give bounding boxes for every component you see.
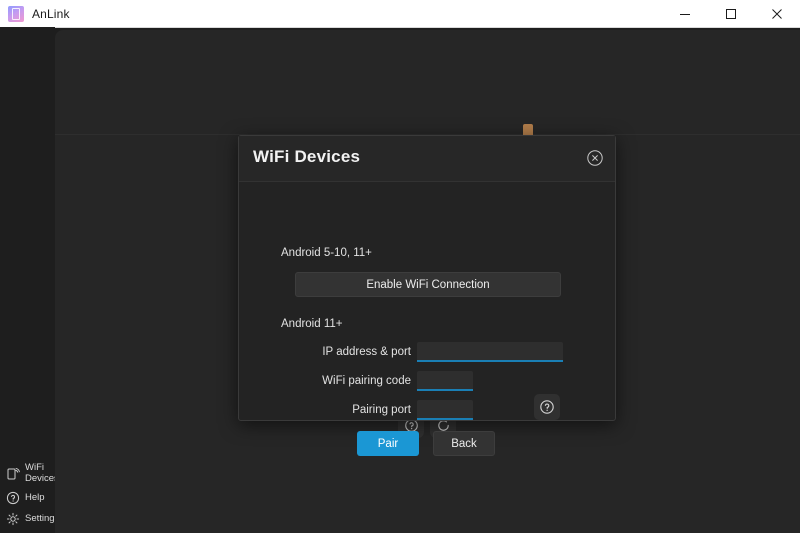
wifi-pairing-code-label: WiFi pairing code [316,375,411,387]
back-button[interactable]: Back [433,431,495,456]
ip-address-port-row: IP address & port [316,342,563,362]
ip-address-port-label: IP address & port [316,346,411,358]
sidebar-items: WiFi Devices Help [0,459,55,529]
ip-address-port-input[interactable] [417,342,563,362]
window-titlebar: AnLink [0,0,800,28]
minimize-button[interactable] [662,0,708,27]
sidebar-item-wifi-devices[interactable]: WiFi Devices [0,459,55,487]
wifi-pairing-code-input[interactable] [417,371,473,391]
dialog-close-button[interactable] [585,148,605,168]
sidebar-item-label: WiFi Devices [25,462,59,484]
section-label-modern: Android 11+ [281,318,343,330]
close-circle-icon [586,149,604,167]
wifi-devices-dialog: WiFi Devices Android 5-10, 11+ Enable Wi… [238,135,616,421]
sidebar-item-help[interactable]: Help [0,487,55,508]
sidebar-item-settings[interactable]: Settings [0,508,55,529]
dialog-title: WiFi Devices [253,147,360,167]
dialog-actions: Pair Back [357,431,495,456]
app-title: AnLink [32,7,70,21]
wifi-pairing-code-row: WiFi pairing code [316,371,473,391]
close-icon [771,8,783,20]
maximize-icon [725,8,737,20]
pairing-port-label: Pairing port [316,404,411,416]
close-button[interactable] [754,0,800,27]
dialog-help-button[interactable] [534,394,560,420]
anlink-window: AnLink [0,0,800,533]
minimize-icon [679,8,691,20]
pairing-port-row: Pairing port [316,400,473,420]
section-label-legacy: Android 5-10, 11+ [281,247,372,259]
app-icon [8,6,24,22]
pairing-port-input[interactable] [417,400,473,420]
dialog-body: Android 5-10, 11+ Enable WiFi Connection… [239,182,615,421]
maximize-button[interactable] [708,0,754,27]
question-circle-icon [5,490,20,505]
sidebar-item-label: Help [25,492,45,503]
dialog-header: WiFi Devices [239,136,615,182]
enable-wifi-connection-button[interactable]: Enable WiFi Connection [295,272,561,297]
phone-wifi-icon [5,466,20,481]
pair-button[interactable]: Pair [357,431,419,456]
gear-icon [5,511,20,526]
sidebar: WiFi Devices Help [0,27,55,533]
question-circle-icon [539,399,555,415]
